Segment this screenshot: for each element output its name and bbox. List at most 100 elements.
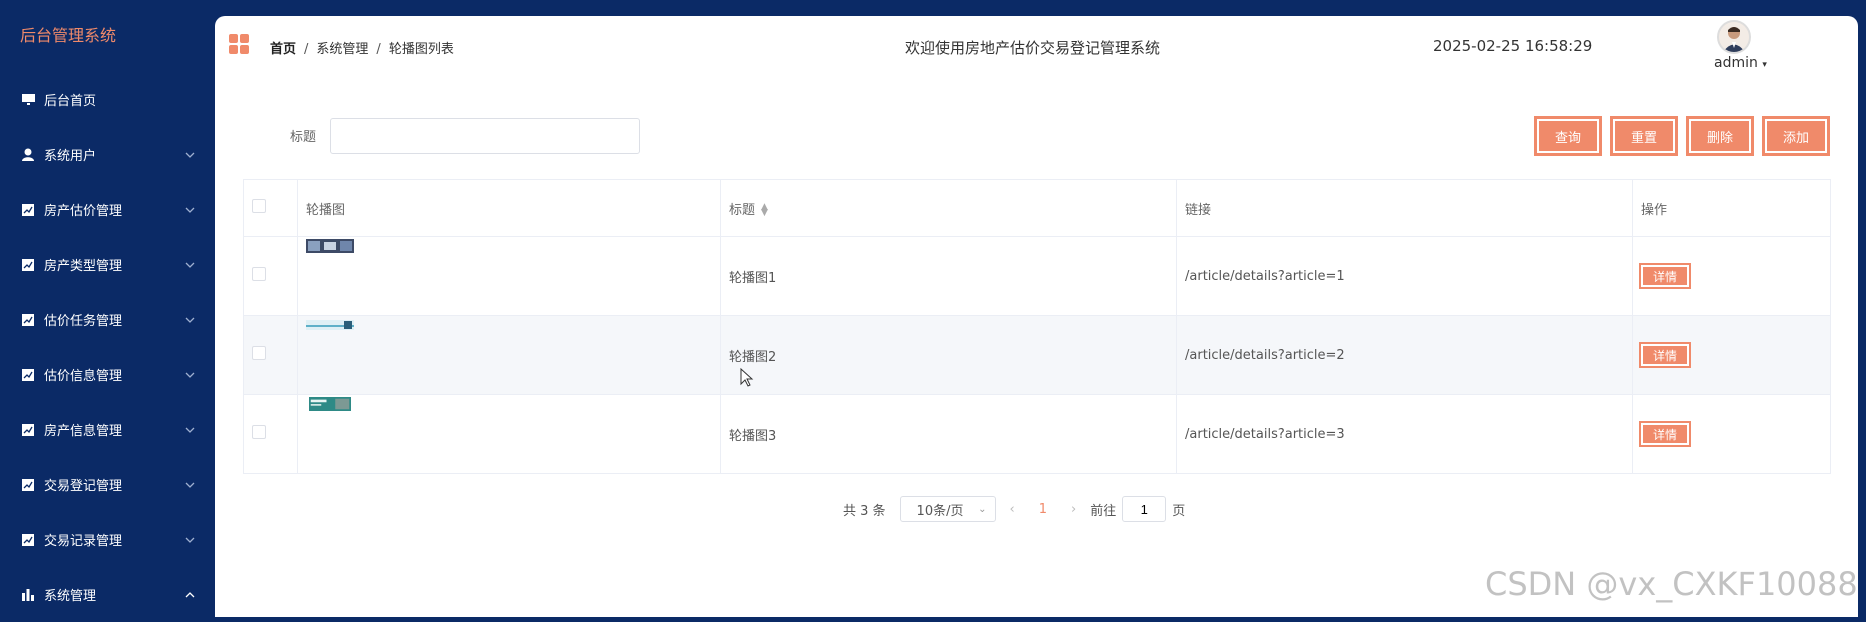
row-checkbox[interactable] [252,267,266,281]
row-checkbox[interactable] [252,346,266,360]
actions-cell: 详情 [1632,315,1831,395]
chevron-up-icon [185,590,195,600]
welcome-text: 欢迎使用房地产估价交易登记管理系统 [905,39,1161,57]
avatar[interactable] [1717,20,1751,54]
column-header-link: 链接 [1176,179,1633,237]
user-icon [20,147,36,163]
add-button[interactable]: 添加 [1762,116,1830,156]
sidebar-item-transaction-record[interactable]: 交易记录管理 [0,512,215,567]
sidebar-item-valuation-info[interactable]: 估价信息管理 [0,347,215,402]
caret-down-icon: ▾ [1762,60,1767,70]
main-panel: 首页 / 系统管理 / 轮播图列表 欢迎使用房地产估价交易登记管理系统 2025-02-… [215,16,1858,617]
sidebar-item-label: 后台首页 [44,94,97,109]
chart-icon [20,257,36,273]
sidebar-item-label: 交易登记管理 [44,479,123,494]
monitor-icon [20,92,36,108]
link-cell: /article/details?article=1 [1176,236,1633,316]
bar-chart-icon [20,587,36,603]
chart-icon [20,367,36,383]
sidebar-item-label: 房产估价管理 [44,204,123,219]
sidebar-item-label: 房产信息管理 [44,424,123,439]
sidebar-item-valuation[interactable]: 房产估价管理 [0,182,215,237]
chevron-down-icon [185,260,195,270]
title-cell: 轮播图2 [720,315,1177,395]
sort-icon[interactable]: ▲ ▼ [761,203,768,218]
sidebar-item-valuation-task[interactable]: 估价任务管理 [0,292,215,347]
image-cell [297,394,721,474]
select-all-cell [243,179,298,237]
brand-title: 后台管理系统 [20,26,117,45]
total-count: 共 3 条 [843,503,886,519]
column-header-image: 轮播图 [297,179,721,237]
link-cell: /article/details?article=3 [1176,394,1633,474]
column-header-title[interactable]: 标题 ▲ ▼ [720,179,1177,237]
chart-icon [20,477,36,493]
chevron-down-icon [185,425,195,435]
sidebar: 后台管理系统 后台首页 系统用户 房产估价管理 房产类型管理 估价任务管理 估价… [0,0,215,617]
sidebar-item-property-type[interactable]: 房产类型管理 [0,237,215,292]
image-cell [297,236,721,316]
row-select-cell [243,394,298,474]
breadcrumb-home[interactable]: 首页 [270,42,296,57]
next-page-icon[interactable]: › [1071,502,1076,517]
chevron-down-icon [185,315,195,325]
chevron-down-icon [185,370,195,380]
watermark: CSDN @vx_CXKF10088 [1485,565,1858,603]
title-cell: 轮播图3 [720,394,1177,474]
row-select-cell [243,236,298,316]
grid-menu-icon[interactable] [229,34,249,54]
chart-icon [20,422,36,438]
table-header-row: 轮播图 标题 ▲ ▼ 链接 操作 [243,179,1831,237]
mouse-cursor-icon [740,368,754,387]
goto-label: 前往 [1090,503,1117,519]
search-label: 标题 [290,130,317,145]
chevron-down-icon [185,535,195,545]
breadcrumb-system: 系统管理 [316,42,369,57]
pagination: 共 3 条 10条/页 ⌄ ‹ 1 › 前往 页 [843,496,1185,522]
detail-button[interactable]: 详情 [1639,263,1691,289]
sidebar-item-label: 系统管理 [44,589,97,604]
page-size-select[interactable]: 10条/页 ⌄ [899,496,996,522]
username: admin [1714,55,1758,71]
link-cell: /article/details?article=2 [1176,315,1633,395]
detail-button[interactable]: 详情 [1639,342,1691,368]
sidebar-item-label: 估价任务管理 [44,314,123,329]
carousel-thumbnail [306,319,354,330]
page-size-value: 10条/页 [916,503,964,519]
sidebar-item-property-info[interactable]: 房产信息管理 [0,402,215,457]
sidebar-item-label: 交易记录管理 [44,534,123,549]
detail-button[interactable]: 详情 [1639,421,1691,447]
delete-button[interactable]: 删除 [1686,116,1754,156]
table-row: 轮播图3 /article/details?article=3 详情 [243,394,1831,474]
sidebar-item-label: 房产类型管理 [44,259,123,274]
goto-page-input[interactable] [1122,496,1167,522]
sidebar-item-system[interactable]: 系统管理 [0,567,215,622]
sidebar-item-home[interactable]: 后台首页 [0,72,215,127]
datetime-text: 2025-02-25 16:58:29 [1433,37,1593,55]
current-page[interactable]: 1 [1039,502,1047,517]
sidebar-item-label: 估价信息管理 [44,369,123,384]
prev-page-icon[interactable]: ‹ [1010,502,1015,517]
select-all-checkbox[interactable] [252,199,266,213]
chevron-down-icon [185,480,195,490]
query-button[interactable]: 查询 [1534,116,1602,156]
sidebar-item-label: 系统用户 [44,149,97,164]
sidebar-item-transaction-register[interactable]: 交易登记管理 [0,457,215,512]
chevron-down-icon [185,150,195,160]
carousel-thumbnail [306,238,354,253]
actions-cell: 详情 [1632,394,1831,474]
reset-button[interactable]: 重置 [1610,116,1678,156]
column-header-actions: 操作 [1632,179,1831,237]
title-search-input[interactable] [330,118,640,154]
user-menu[interactable]: admin ▾ [1714,55,1767,71]
breadcrumb-current: 轮播图列表 [388,42,454,57]
title-cell: 轮播图1 [720,236,1177,316]
chevron-down-icon: ⌄ [978,503,987,515]
row-checkbox[interactable] [252,425,266,439]
chevron-down-icon [185,205,195,215]
sidebar-item-users[interactable]: 系统用户 [0,127,215,182]
breadcrumb: 首页 / 系统管理 / 轮播图列表 [270,42,454,57]
actions-cell: 详情 [1632,236,1831,316]
image-cell [297,315,721,395]
chart-icon [20,312,36,328]
